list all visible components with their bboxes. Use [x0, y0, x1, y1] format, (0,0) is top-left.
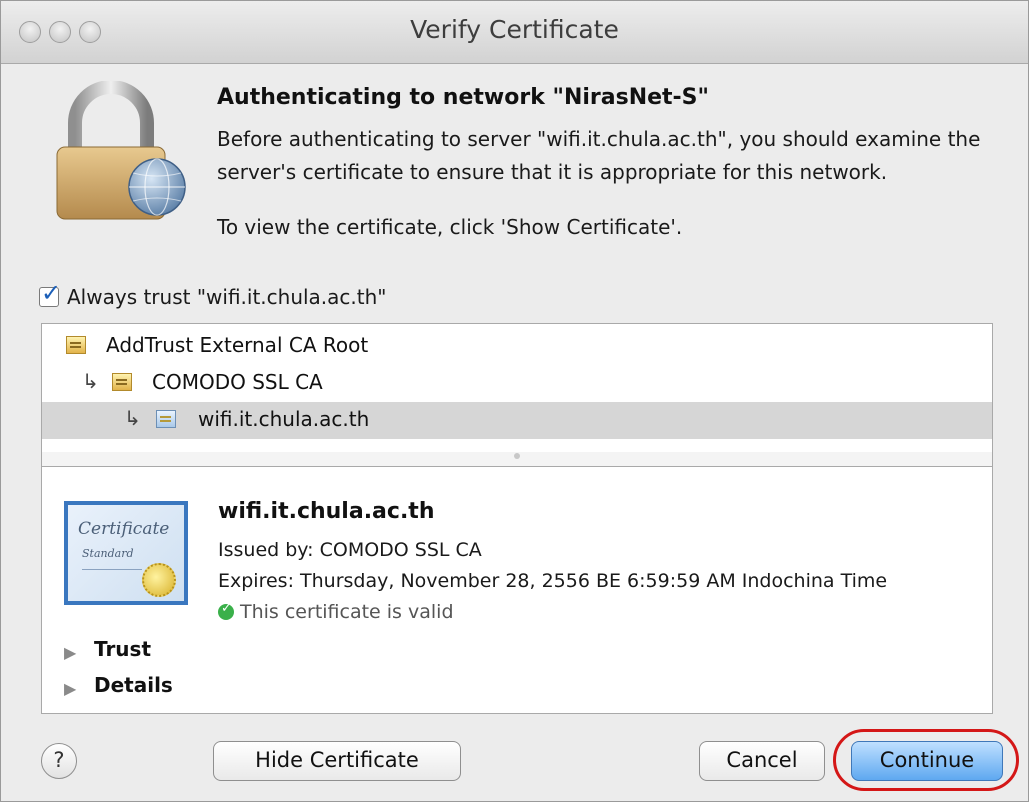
- certificate-seal-icon: [142, 563, 176, 597]
- certificate-status: This certificate is valid: [240, 601, 454, 623]
- splitter-grip-icon: [514, 453, 520, 459]
- dialog-description-line-2: server's certificate to ensure that it i…: [217, 160, 888, 184]
- certificate-icon: [112, 373, 132, 391]
- title-bar[interactable]: Verify Certificate: [1, 1, 1028, 64]
- hide-certificate-button[interactable]: Hide Certificate: [213, 741, 461, 781]
- cancel-button[interactable]: Cancel: [699, 741, 825, 781]
- certificate-icon: [156, 410, 176, 428]
- dialog-description-line-1: Before authenticating to server "wifi.it…: [217, 127, 981, 151]
- certificate-badge-icon: Certificate Standard: [64, 501, 188, 605]
- certificate-badge-subtitle: Standard: [82, 547, 134, 560]
- certificate-name: wifi.it.chula.ac.th: [218, 499, 435, 524]
- trust-section-toggle[interactable]: Trust: [94, 637, 151, 661]
- certificate-chain-row-selected[interactable]: ↳ wifi.it.chula.ac.th: [42, 402, 992, 439]
- certificate-chain-label: COMODO SSL CA: [152, 370, 323, 394]
- badge-divider: [82, 569, 142, 570]
- child-arrow-icon: ↳: [82, 369, 99, 393]
- certificate-chain-list: AddTrust External CA Root ↳ COMODO SSL C…: [41, 323, 993, 453]
- dialog-heading: Authenticating to network "NirasNet-S": [217, 85, 709, 110]
- window-title: Verify Certificate: [410, 15, 619, 44]
- certificate-badge-title: Certificate: [78, 519, 170, 539]
- valid-check-icon: ✓: [218, 601, 234, 620]
- trust-disclosure-triangle-icon[interactable]: ▶: [64, 643, 76, 662]
- checkmark-icon: ✓: [41, 279, 62, 307]
- always-trust-label[interactable]: Always trust "wifi.it.chula.ac.th": [67, 285, 387, 309]
- certificate-chain-label: AddTrust External CA Root: [106, 333, 369, 357]
- dialog-instruction: To view the certificate, click 'Show Cer…: [217, 215, 683, 239]
- certificate-chain-label: wifi.it.chula.ac.th: [198, 407, 370, 431]
- certificate-chain-row[interactable]: ↳ COMODO SSL CA: [42, 365, 992, 402]
- highlight-annotation-circle: [833, 729, 1019, 791]
- certificate-chain-row[interactable]: AddTrust External CA Root: [42, 328, 992, 365]
- certificate-expiry: Expires: Thursday, November 28, 2556 BE …: [218, 570, 888, 592]
- certificate-issuer: Issued by: COMODO SSL CA: [218, 539, 482, 561]
- child-arrow-icon: ↳: [124, 406, 141, 430]
- pane-splitter[interactable]: [41, 452, 993, 466]
- certificate-icon: [66, 336, 86, 354]
- details-disclosure-triangle-icon[interactable]: ▶: [64, 679, 76, 698]
- verify-certificate-dialog: Verify Certificate Authenticating to net…: [0, 0, 1029, 802]
- details-section-toggle[interactable]: Details: [94, 673, 173, 697]
- certificate-detail-pane: Certificate Standard wifi.it.chula.ac.th…: [41, 466, 993, 714]
- help-button[interactable]: ?: [41, 743, 77, 779]
- always-trust-checkbox[interactable]: ✓: [39, 279, 61, 307]
- padlock-globe-icon: [56, 81, 186, 220]
